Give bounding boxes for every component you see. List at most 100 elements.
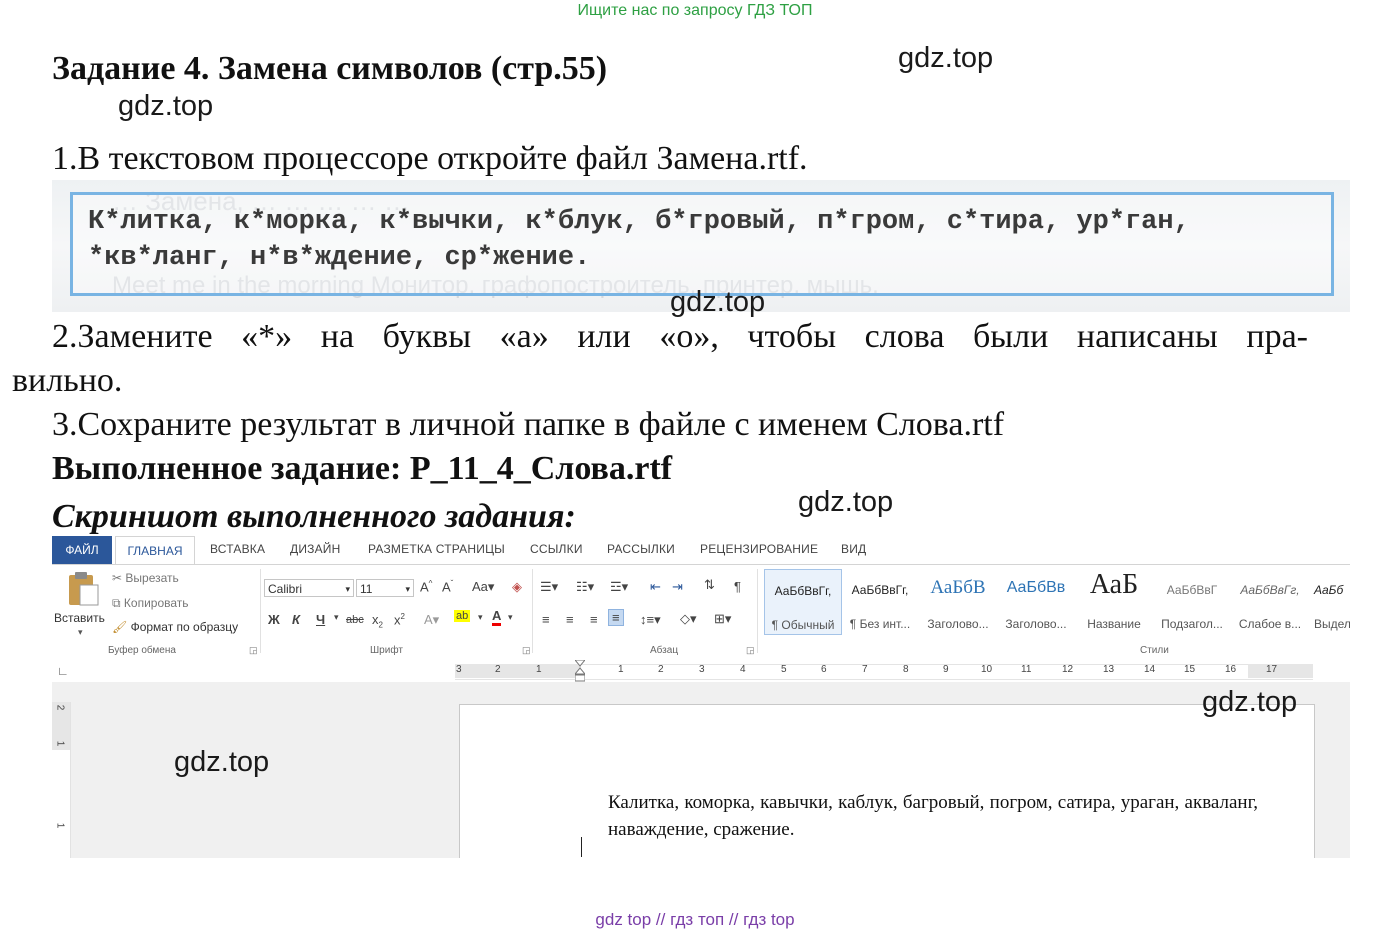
style-name: Подзагол... [1161, 617, 1223, 631]
underline-button[interactable]: Ч [316, 612, 325, 627]
dialog-launcher-icon[interactable]: ◲ [249, 645, 258, 656]
group-separator [260, 569, 261, 653]
tab-file[interactable]: ФАЙЛ [52, 536, 112, 564]
ruler-number: 7 [862, 664, 868, 675]
style-preview: АаБбВвГг, [1240, 583, 1300, 597]
font-name-select[interactable]: Calibri ▾ [264, 579, 354, 597]
pilcrow-icon[interactable]: ¶ [734, 579, 741, 594]
italic-button[interactable]: К [292, 612, 300, 627]
style-name: Выдел [1314, 617, 1350, 631]
numbering-icon[interactable]: ☷▾ [576, 579, 594, 595]
tab-selector-icon[interactable]: ∟ [57, 664, 69, 678]
style-subtitle[interactable]: АаБбВвГ Подзагол... [1154, 569, 1230, 633]
step-2: 2.Замените «*» на буквы «а» или «о», что… [52, 318, 1308, 355]
exercise-line: К*литка, к*морка, к*вычки, к*блук, б*гро… [88, 207, 1190, 237]
horizontal-ruler[interactable]: ∟ 3 2 1 1 2 3 4 5 6 7 8 9 10 11 12 13 14… [52, 659, 1350, 682]
style-heading-2[interactable]: АаБбВв Заголово... [998, 569, 1074, 633]
style-no-spacing[interactable]: АаБбВвГг, ¶ Без инт... [842, 569, 918, 633]
multilevel-list-icon[interactable]: ☲▾ [610, 579, 628, 595]
style-subtle-emphasis[interactable]: АаБбВвГг, Слабое в... [1232, 569, 1308, 633]
tab-insert[interactable]: ВСТАВКА [210, 542, 265, 556]
ruler-margin-left [455, 664, 581, 678]
tab-references[interactable]: ССЫЛКИ [530, 542, 583, 556]
group-label-styles: Стили [1140, 645, 1169, 656]
ruler-number: 2 [54, 704, 66, 711]
style-preview: АаБ [1089, 569, 1139, 600]
tab-mailings[interactable]: РАССЫЛКИ [607, 542, 675, 556]
borders-icon[interactable]: ⊞▾ [714, 611, 731, 627]
paste-label: Вставить [54, 611, 105, 625]
watermark: gdz.top [118, 90, 214, 122]
font-color-icon[interactable]: A [492, 609, 502, 626]
ruler-number: 16 [1225, 664, 1237, 675]
subscript-button[interactable]: x2 [372, 612, 383, 630]
ruler-number: 10 [981, 664, 993, 675]
completed-task: Выполненное задание: Р_11_4_Слова.rtf [52, 450, 673, 487]
text-cursor [581, 837, 582, 857]
style-title[interactable]: АаБ Название [1076, 569, 1152, 633]
style-name: Слабое в... [1238, 617, 1302, 631]
superscript-button[interactable]: x2 [394, 612, 405, 627]
ruler-number: 1 [54, 740, 66, 747]
format-painter-button[interactable]: 🖌 Формат по образцу [112, 620, 238, 634]
clipboard-icon [69, 572, 99, 606]
text-effects-icon[interactable]: A▾ [424, 612, 439, 628]
shrink-font-button[interactable]: Aˇ [442, 579, 453, 594]
copy-button[interactable]: ⧉ Копировать [112, 596, 189, 611]
line-spacing-icon[interactable]: ↕≡▾ [640, 612, 661, 628]
vertical-ruler[interactable]: 2 1 1 [52, 702, 71, 858]
document-page[interactable]: Калитка, коморка, кавычки, каблук, багро… [459, 704, 1315, 858]
highlight-icon[interactable]: ab [454, 610, 471, 622]
tab-design[interactable]: ДИЗАЙН [290, 542, 341, 556]
cut-label: Вырезать [125, 571, 179, 585]
increase-indent-icon[interactable]: ⇥ [672, 579, 683, 595]
decrease-indent-icon[interactable]: ⇤ [650, 579, 661, 595]
paste-button[interactable]: Вставить ▾ [54, 569, 108, 641]
tab-view[interactable]: ВИД [841, 542, 866, 556]
paintbrush-icon: 🖌 [112, 620, 128, 634]
tab-home[interactable]: ГЛАВНАЯ [115, 536, 195, 565]
ruler-number: 2 [495, 664, 501, 675]
screenshot-label: Скриншот выполненного задания: [52, 498, 576, 535]
align-left-icon[interactable]: ≡ [542, 612, 550, 627]
watermark: gdz.top [1202, 686, 1298, 718]
chevron-down-icon[interactable]: ▾ [508, 612, 513, 623]
strikethrough-button[interactable]: abc [346, 614, 364, 626]
chevron-down-icon[interactable]: ▾ [478, 612, 483, 623]
grow-font-button[interactable]: A^ [420, 579, 432, 594]
ruler-number: 14 [1144, 664, 1156, 675]
style-heading-1[interactable]: АаБбВ Заголово... [920, 569, 996, 633]
task-title: Задание 4. Замена символов (стр.55) [52, 50, 608, 87]
bullets-icon[interactable]: ☰▾ [540, 579, 558, 595]
align-center-icon[interactable]: ≡ [566, 612, 574, 627]
group-separator [757, 569, 758, 653]
dialog-launcher-icon[interactable]: ◲ [746, 645, 755, 656]
align-right-icon[interactable]: ≡ [590, 612, 598, 627]
style-name: Заголово... [1005, 617, 1067, 631]
tab-review[interactable]: РЕЦЕНЗИРОВАНИЕ [700, 542, 818, 556]
sort-icon[interactable]: ⇅ [704, 577, 715, 593]
tab-layout[interactable]: РАЗМЕТКА СТРАНИЦЫ [368, 542, 505, 556]
top-note: Ищите нас по запросу ГДЗ ТОП [577, 2, 813, 19]
step-3: 3.Сохраните результат в личной папке в ф… [52, 406, 1005, 443]
style-normal[interactable]: АаБбВвГг, ¶ Обычный [764, 569, 842, 635]
justify-icon[interactable]: ≡ [608, 609, 624, 626]
style-emphasis[interactable]: АаБб Выдел [1310, 569, 1350, 633]
word-window: ФАЙЛ ГЛАВНАЯ ВСТАВКА ДИЗАЙН РАЗМЕТКА СТР… [52, 536, 1350, 858]
dialog-launcher-icon[interactable]: ◲ [522, 645, 531, 656]
copy-label: Копировать [123, 596, 189, 610]
cut-button[interactable]: ✂ Вырезать [112, 571, 179, 585]
bold-button[interactable]: Ж [268, 612, 280, 627]
style-preview: АаБбВ [930, 577, 986, 598]
clear-formatting-icon[interactable]: ◈ [512, 579, 522, 595]
group-separator [532, 569, 533, 653]
shading-icon[interactable]: ◇▾ [680, 611, 697, 627]
watermark: gdz.top [798, 486, 894, 518]
ruler-number: 4 [740, 664, 746, 675]
font-size-select[interactable]: 11 ▾ [356, 579, 414, 597]
chevron-down-icon[interactable]: ▾ [334, 612, 339, 623]
change-case-button[interactable]: Aa▾ [472, 579, 494, 595]
style-preview: АаБбВвГ [1166, 583, 1218, 597]
document-text[interactable]: Калитка, коморка, кавычки, каблук, багро… [608, 789, 1258, 843]
indent-marker-icon[interactable] [573, 659, 587, 682]
